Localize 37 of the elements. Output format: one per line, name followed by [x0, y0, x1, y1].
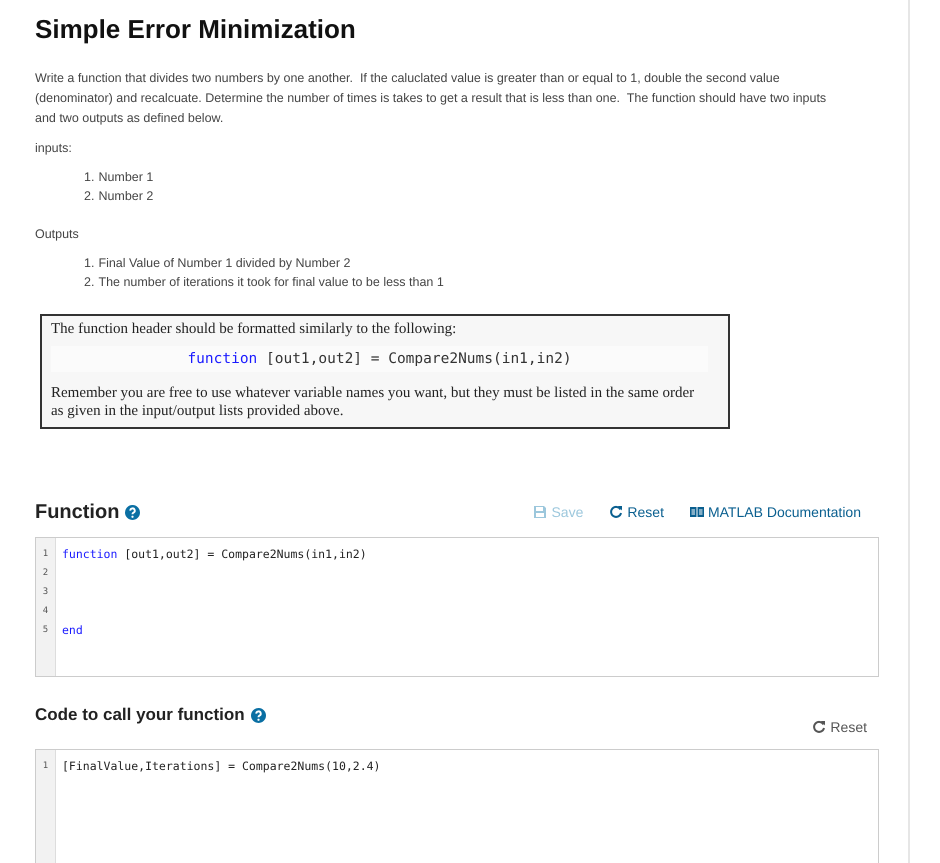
save-icon	[533, 505, 548, 519]
reset-button[interactable]: Reset	[609, 504, 664, 520]
refresh-icon	[812, 720, 826, 734]
list-number: 1.	[84, 255, 94, 272]
line-number: 2	[42, 568, 48, 578]
refresh-icon	[609, 505, 624, 519]
code-line: [FinalValue,Iterations] = Compare2Nums(10,2.4)	[61, 758, 380, 772]
section-heading: Code to call your function	[35, 705, 245, 725]
list-heading: inputs:	[35, 140, 73, 157]
book-icon	[690, 506, 704, 518]
code-editor[interactable]: function [out1,out2] = Compare2Nums(in1,in2) end	[56, 538, 878, 676]
code-editor[interactable]: [FinalValue,Iterations] = Compare2Nums(10,2.4)	[56, 750, 878, 863]
code-line: end	[61, 622, 83, 636]
section-heading: Function	[35, 500, 120, 524]
list-item: Number 1	[98, 169, 154, 186]
list-number: 2.	[84, 188, 94, 205]
line-number: 3	[42, 586, 48, 596]
note-text: The function header should be formatted similarly to the following:	[51, 321, 458, 338]
page-title: Simple Error Minimization	[35, 13, 357, 46]
line-number: 1	[42, 760, 48, 770]
note-text: Remember you are free to use whatever variable names you want, but they must be listed in the same order as given in the input/output lists provided above.	[51, 384, 696, 420]
line-number: 1	[42, 548, 48, 558]
code-line: function [out1,out2] = Compare2Nums(in1,in2)	[61, 546, 367, 560]
description: Write a function that divides two numbers by one another. If the caluclated value is greater than or equal to 1, double the second value (denominator) and recalcuate. Determine the number of times is takes to get a result that is less than one. The function should have two inputs and two outputs as defined below.	[35, 70, 828, 127]
list-heading: Outputs	[35, 226, 80, 243]
line-number: 5	[42, 624, 48, 634]
list-item: The number of iterations it took for final value to be less than 1	[98, 274, 444, 291]
list-item: Final Value of Number 1 divided by Number 2	[98, 255, 350, 272]
list-item: Number 2	[98, 188, 154, 205]
documentation-link[interactable]: MATLAB Documentation	[690, 504, 861, 520]
line-number: 4	[42, 606, 48, 616]
reset-button[interactable]: Reset	[812, 719, 867, 735]
list-number: 2.	[84, 274, 94, 291]
list-number: 1.	[84, 169, 94, 186]
help-icon[interactable]	[125, 504, 140, 520]
code-sample: function [out1,out2] = Compare2Nums(in1,in2)	[187, 351, 572, 367]
help-icon[interactable]	[250, 708, 266, 722]
